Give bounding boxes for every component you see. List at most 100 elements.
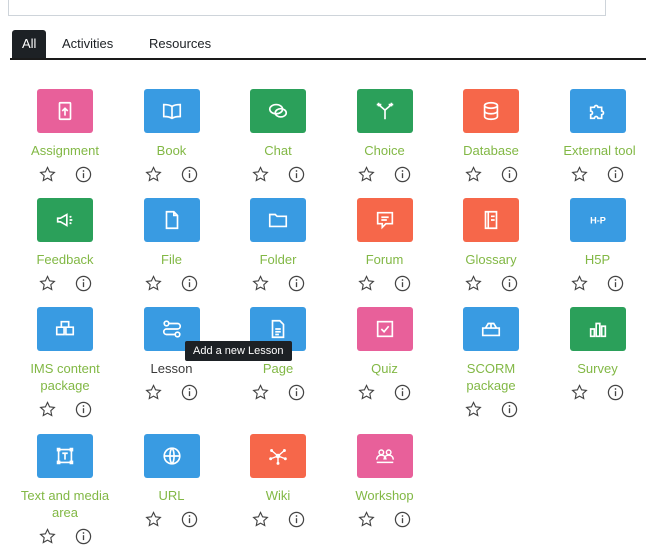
tab-resources[interactable]: Resources [149, 30, 211, 58]
info-icon[interactable] [287, 510, 305, 528]
star-icon[interactable] [571, 274, 589, 292]
star-icon[interactable] [358, 510, 376, 528]
module-tile-button[interactable] [37, 198, 93, 242]
module-tile-button[interactable] [463, 198, 519, 242]
module-forum: Forum [332, 198, 438, 294]
module-label[interactable]: Page [225, 360, 331, 377]
star-icon[interactable] [251, 165, 269, 183]
star-icon[interactable] [38, 527, 56, 545]
module-tile-button[interactable] [463, 307, 519, 351]
info-icon[interactable] [74, 527, 92, 545]
module-label[interactable]: File [119, 251, 225, 268]
module-label[interactable]: Workshop [332, 487, 438, 504]
module-label[interactable]: Text and media area [12, 487, 118, 521]
info-icon[interactable] [607, 383, 625, 401]
star-icon[interactable] [251, 274, 269, 292]
info-icon[interactable] [181, 510, 199, 528]
info-icon[interactable] [287, 383, 305, 401]
module-tile-button[interactable] [357, 198, 413, 242]
module-label[interactable]: Choice [332, 142, 438, 159]
module-tile-button[interactable] [144, 198, 200, 242]
module-tile-button[interactable] [144, 89, 200, 133]
star-icon[interactable] [358, 274, 376, 292]
star-icon[interactable] [464, 274, 482, 292]
module-label[interactable]: Quiz [332, 360, 438, 377]
info-icon[interactable] [607, 274, 625, 292]
star-icon[interactable] [251, 510, 269, 528]
star-icon[interactable] [38, 274, 56, 292]
module-actions [545, 383, 646, 403]
tab-activities[interactable]: Activities [62, 30, 113, 58]
module-tile-button[interactable] [144, 434, 200, 478]
module-actions [12, 274, 118, 294]
tab-all[interactable]: All [12, 30, 46, 58]
star-icon[interactable] [145, 274, 163, 292]
info-icon[interactable] [74, 400, 92, 418]
star-icon[interactable] [145, 383, 163, 401]
info-icon[interactable] [607, 165, 625, 183]
module-actions [438, 165, 544, 185]
star-icon[interactable] [571, 383, 589, 401]
module-label[interactable]: Glossary [438, 251, 544, 268]
module-label[interactable]: URL [119, 487, 225, 504]
module-tile-button[interactable] [37, 434, 93, 478]
quiz-icon [374, 318, 396, 340]
module-label[interactable]: Chat [225, 142, 331, 159]
module-label[interactable]: Database [438, 142, 544, 159]
info-icon[interactable] [394, 383, 412, 401]
star-icon[interactable] [251, 383, 269, 401]
module-label[interactable]: External tool [541, 142, 646, 159]
info-icon[interactable] [394, 510, 412, 528]
module-actions [545, 165, 646, 185]
module-tile-button[interactable] [463, 89, 519, 133]
info-icon[interactable] [500, 274, 518, 292]
info-icon[interactable] [500, 165, 518, 183]
module-tile-button[interactable]: H-P [570, 198, 626, 242]
module-tile-button[interactable] [357, 434, 413, 478]
info-icon[interactable] [181, 274, 199, 292]
module-label[interactable]: Survey [545, 360, 646, 377]
module-tile-button[interactable] [37, 307, 93, 351]
star-icon[interactable] [464, 165, 482, 183]
info-icon[interactable] [181, 165, 199, 183]
module-label[interactable]: Assignment [12, 142, 118, 159]
info-icon[interactable] [74, 274, 92, 292]
info-icon[interactable] [394, 274, 412, 292]
module-tile-button[interactable] [250, 434, 306, 478]
module-tile-button[interactable] [570, 307, 626, 351]
module-label[interactable]: Lesson [119, 360, 225, 377]
module-label[interactable]: Folder [225, 251, 331, 268]
info-icon[interactable] [287, 274, 305, 292]
info-icon[interactable] [181, 383, 199, 401]
star-icon[interactable] [571, 165, 589, 183]
info-icon[interactable] [500, 400, 518, 418]
module-tile-button[interactable] [357, 307, 413, 351]
star-icon[interactable] [38, 400, 56, 418]
module-text-and-media-area: Text and media area [12, 434, 118, 547]
star-icon[interactable] [358, 383, 376, 401]
module-label[interactable]: Wiki [225, 487, 331, 504]
info-icon[interactable] [74, 165, 92, 183]
star-icon[interactable] [358, 165, 376, 183]
module-tile-button[interactable] [37, 89, 93, 133]
star-icon[interactable] [145, 510, 163, 528]
module-label[interactable]: Forum [332, 251, 438, 268]
module-label[interactable]: Feedback [12, 251, 118, 268]
star-icon[interactable] [145, 165, 163, 183]
module-tile-button[interactable] [357, 89, 413, 133]
module-label[interactable]: SCORM package [438, 360, 544, 394]
info-icon[interactable] [287, 165, 305, 183]
module-label[interactable]: Book [119, 142, 225, 159]
puzzle-icon [587, 100, 609, 122]
module-actions [119, 510, 225, 530]
star-icon[interactable] [464, 400, 482, 418]
search-input[interactable] [8, 0, 606, 16]
module-tile-button[interactable] [250, 198, 306, 242]
module-label[interactable]: IMS content package [12, 360, 118, 394]
info-icon[interactable] [394, 165, 412, 183]
tooltip: Add a new Lesson [185, 341, 292, 361]
module-tile-button[interactable] [570, 89, 626, 133]
module-label[interactable]: H5P [545, 251, 646, 268]
star-icon[interactable] [38, 165, 56, 183]
module-tile-button[interactable] [250, 89, 306, 133]
